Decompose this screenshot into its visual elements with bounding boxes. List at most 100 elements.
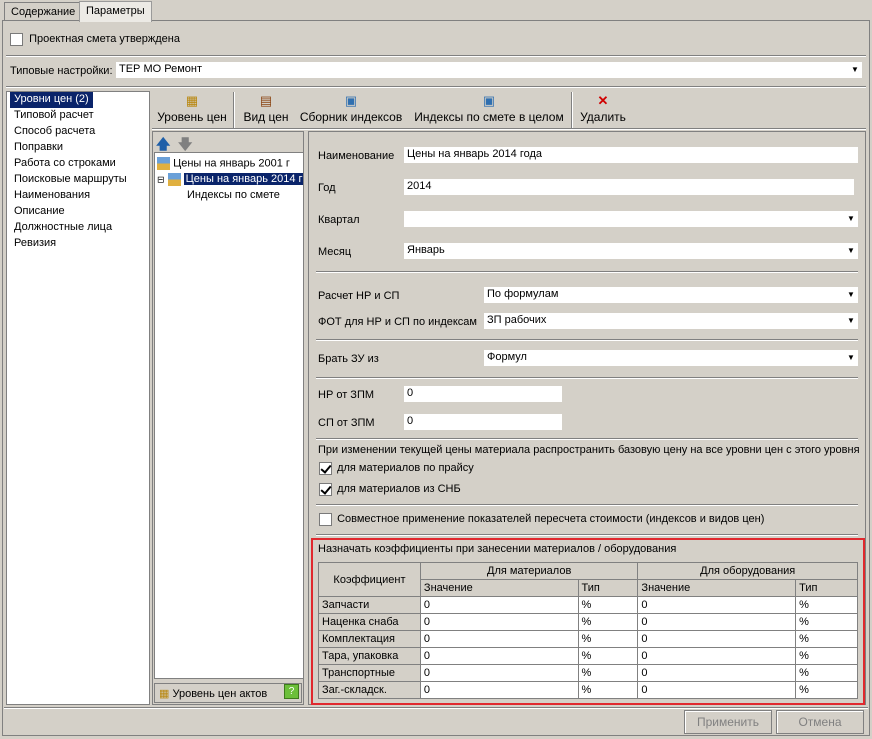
col-header-eq-value: Значение	[637, 579, 797, 597]
material-type-cell[interactable]: %	[577, 647, 639, 665]
year-input[interactable]: 2014	[404, 179, 854, 195]
material-type-cell[interactable]: %	[577, 664, 639, 682]
pricelist-checkbox[interactable]	[319, 462, 332, 475]
equipment-type-cell[interactable]: %	[795, 630, 858, 648]
nav-item-corrections[interactable]: Поправки	[10, 140, 67, 156]
sp-input[interactable]: 0	[404, 414, 562, 430]
price-view-icon: ▤	[259, 93, 273, 108]
snb-row[interactable]: для материалов из СНБ	[319, 483, 461, 496]
material-type-cell[interactable]: %	[577, 681, 639, 699]
table-row: Заг.-складск. 0 % 0 %	[318, 681, 858, 699]
dropdown-arrow-icon[interactable]: ▼	[845, 351, 857, 364]
nav-item-search-routes[interactable]: Поисковые маршруты	[10, 172, 131, 188]
index-collection-icon: ▣	[344, 93, 358, 108]
calc-combo[interactable]: По формулам ▼	[484, 287, 858, 303]
delete-button[interactable]: ✕ Удалить	[577, 92, 629, 128]
approved-checkbox[interactable]	[10, 33, 23, 46]
tree-expander-icon[interactable]: ⊟	[157, 174, 165, 184]
joint-checkbox[interactable]	[319, 513, 332, 526]
material-type-cell[interactable]: %	[577, 613, 639, 631]
approved-label: Проектная смета утверждена	[29, 33, 180, 46]
estimate-indexes-button[interactable]: ▣ Индексы по смете в целом	[410, 92, 568, 128]
dropdown-arrow-icon[interactable]: ▼	[849, 63, 861, 76]
tree-item-estimate-indexes[interactable]: Индексы по смете	[187, 189, 280, 201]
equipment-value-cell[interactable]: 0	[637, 596, 797, 614]
equipment-value-cell[interactable]: 0	[637, 664, 797, 682]
separator	[4, 707, 868, 709]
row-name: Заг.-складск.	[318, 681, 421, 699]
equipment-type-cell[interactable]: %	[795, 596, 858, 614]
material-value-cell[interactable]: 0	[419, 681, 579, 699]
nav-item-calc-method[interactable]: Способ расчета	[10, 124, 99, 140]
material-value-cell[interactable]: 0	[419, 630, 579, 648]
material-type-cell[interactable]: %	[577, 630, 639, 648]
equipment-type-cell[interactable]: %	[795, 613, 858, 631]
col-header-mat-value: Значение	[419, 579, 579, 597]
joint-row[interactable]: Совместное применение показателей пересч…	[319, 513, 764, 526]
add-price-view-button[interactable]: ▤ Вид цен	[240, 92, 292, 128]
nav-item-rows[interactable]: Работа со строками	[10, 156, 120, 172]
nav-item-price-levels[interactable]: Уровни цен (2)	[10, 92, 93, 108]
material-value-cell[interactable]: 0	[419, 664, 579, 682]
nav-item-names[interactable]: Наименования	[10, 188, 94, 204]
month-combo[interactable]: Январь ▼	[404, 243, 858, 259]
act-price-level-row[interactable]: ▦ Уровень цен актов	[154, 683, 302, 703]
separator	[6, 86, 866, 88]
quarter-combo[interactable]: ▼	[404, 211, 858, 227]
tab-parameters[interactable]: Параметры	[79, 1, 152, 22]
estimate-indexes-icon: ▣	[482, 93, 496, 108]
table-row: Запчасти 0 % 0 %	[318, 596, 858, 614]
equipment-type-cell[interactable]: %	[795, 647, 858, 665]
toolbar-separator	[571, 92, 573, 128]
table-row: Комплектация 0 % 0 %	[318, 630, 858, 648]
zu-combo[interactable]: Формул ▼	[484, 350, 858, 366]
nav-item-typical-calc[interactable]: Типовой расчет	[10, 108, 98, 124]
material-value-cell[interactable]: 0	[419, 613, 579, 631]
tree-item-2014[interactable]: ⊟ Цены на январь 2014 г	[157, 173, 303, 186]
row-name: Комплектация	[318, 630, 421, 648]
material-value-cell[interactable]: 0	[419, 647, 579, 665]
price-level-tree: Цены на январь 2001 г ⊟ Цены на январь 2…	[154, 152, 304, 679]
equipment-type-cell[interactable]: %	[795, 664, 858, 682]
nav-item-description[interactable]: Описание	[10, 204, 69, 220]
equipment-type-cell[interactable]: %	[795, 681, 858, 699]
name-input[interactable]: Цены на январь 2014 года	[404, 147, 858, 163]
help-icon[interactable]: ?	[284, 684, 299, 699]
equipment-value-cell[interactable]: 0	[637, 681, 797, 699]
material-type-cell[interactable]: %	[577, 596, 639, 614]
material-value-cell[interactable]: 0	[419, 596, 579, 614]
add-price-level-button[interactable]: ▦ Уровень цен	[154, 92, 230, 128]
sp-label: СП от ЗПМ	[318, 417, 375, 429]
snb-checkbox[interactable]	[319, 483, 332, 496]
typical-settings-combo[interactable]: ТЕР МО Ремонт ▼	[116, 62, 862, 78]
price-level-node-icon	[167, 173, 181, 186]
year-label: Год	[318, 182, 336, 194]
col-header-materials: Для материалов	[419, 562, 639, 580]
equipment-value-cell[interactable]: 0	[637, 647, 797, 665]
propagate-text: При изменении текущей цены материала рас…	[318, 444, 860, 456]
dropdown-arrow-icon[interactable]: ▼	[845, 212, 857, 225]
dropdown-arrow-icon[interactable]: ▼	[845, 288, 857, 301]
tab-content[interactable]: Содержание	[4, 2, 83, 22]
dropdown-arrow-icon[interactable]: ▼	[845, 314, 857, 327]
fot-combo[interactable]: ЗП рабочих ▼	[484, 313, 858, 329]
delete-x-icon: ✕	[597, 93, 609, 108]
nav-item-officials[interactable]: Должностные лица	[10, 220, 116, 236]
dropdown-arrow-icon[interactable]: ▼	[845, 244, 857, 257]
col-header-mat-type: Тип	[577, 579, 639, 597]
nr-input[interactable]: 0	[404, 386, 562, 402]
toolbar-separator	[233, 92, 235, 128]
tree-item-2001[interactable]: Цены на январь 2001 г	[157, 157, 290, 170]
nav-item-revision[interactable]: Ревизия	[10, 236, 60, 252]
separator	[316, 438, 858, 440]
table-row: Наценка снаба 0 % 0 %	[318, 613, 858, 631]
row-name: Наценка снаба	[318, 613, 421, 631]
cancel-button[interactable]: Отмена	[776, 710, 864, 734]
equipment-value-cell[interactable]: 0	[637, 613, 797, 631]
pricelist-row[interactable]: для материалов по прайсу	[319, 462, 474, 475]
apply-button[interactable]: Применить	[684, 710, 772, 734]
approved-row[interactable]: Проектная смета утверждена	[10, 33, 180, 46]
table-row: Транспортные 0 % 0 %	[318, 664, 858, 682]
equipment-value-cell[interactable]: 0	[637, 630, 797, 648]
index-collection-button[interactable]: ▣ Сборник индексов	[298, 92, 404, 128]
